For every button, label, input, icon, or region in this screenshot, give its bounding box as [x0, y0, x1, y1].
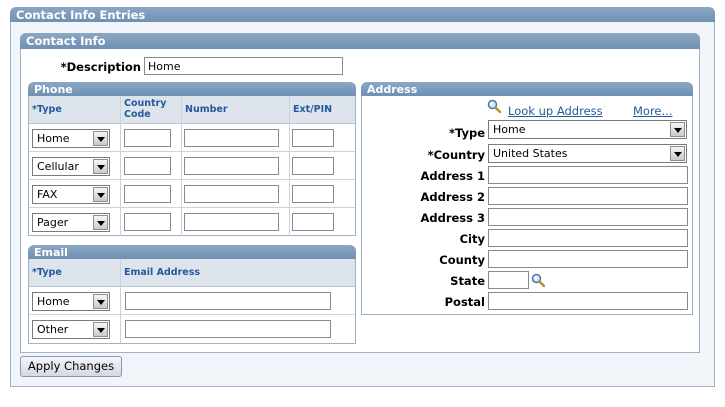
phone-table-header: *Type Country Code Number Ext/PIN — [29, 96, 355, 124]
county-input[interactable] — [488, 250, 688, 268]
phone-number-input[interactable] — [184, 157, 279, 175]
address-type-select[interactable]: Home — [488, 120, 687, 139]
email-panel: Email *Type Email Address Home Other — [28, 245, 356, 344]
city-label: City — [459, 232, 485, 246]
chevron-down-icon — [93, 294, 108, 309]
chevron-down-icon — [93, 159, 108, 174]
phone-panel: Phone *Type Country Code Number Ext/PIN … — [28, 82, 356, 236]
email-address-header: Email Address — [124, 267, 201, 278]
phone-country-code-input[interactable] — [124, 157, 171, 175]
phone-number-input[interactable] — [184, 213, 279, 231]
phone-country-code-input[interactable] — [124, 185, 171, 203]
table-row: Home — [29, 287, 355, 315]
section-header: Contact Info Entries — [10, 7, 715, 22]
email-type-select[interactable]: Home — [32, 292, 110, 311]
email-type-header: *Type — [29, 259, 121, 287]
chevron-down-icon — [670, 146, 685, 161]
county-label: County — [439, 253, 485, 267]
email-address-input[interactable] — [125, 292, 331, 310]
magnifier-icon[interactable] — [531, 273, 545, 287]
address3-input[interactable] — [488, 208, 688, 226]
chevron-down-icon — [670, 122, 685, 137]
phone-ext-input[interactable] — [292, 213, 334, 231]
more-link[interactable]: More... — [633, 104, 672, 118]
phone-type-select[interactable]: Home — [32, 129, 110, 148]
description-input[interactable] — [144, 57, 343, 75]
email-table-header: *Type Email Address — [29, 259, 355, 287]
email-type-value: Home — [37, 295, 70, 308]
magnifier-icon[interactable] — [487, 99, 501, 113]
phone-type-value: Home — [37, 132, 70, 145]
city-input[interactable] — [488, 229, 688, 247]
look-up-address-link[interactable]: Look up Address — [508, 104, 603, 118]
phone-ext-input[interactable] — [292, 157, 334, 175]
table-row: Home — [29, 124, 355, 152]
phone-type-select[interactable]: Cellular — [32, 157, 110, 176]
phone-title: Phone — [34, 83, 73, 96]
phone-type-value: FAX — [37, 188, 58, 201]
phone-number-input[interactable] — [184, 129, 279, 147]
address-header: Address — [361, 82, 693, 96]
email-title: Email — [34, 246, 68, 259]
address3-label: Address 3 — [420, 211, 485, 225]
email-address-input[interactable] — [125, 320, 331, 338]
contact-info-header: Contact Info — [20, 33, 700, 49]
postal-input[interactable] — [488, 292, 688, 310]
address2-label: Address 2 — [420, 190, 485, 204]
address2-input[interactable] — [488, 187, 688, 205]
address1-input[interactable] — [488, 166, 688, 184]
address-type-label: *Type — [448, 126, 485, 140]
phone-country-code-header: Country Code — [121, 96, 182, 124]
phone-header: Phone — [28, 82, 356, 96]
state-input[interactable] — [488, 271, 529, 289]
chevron-down-icon — [93, 322, 108, 337]
description-label: *Description — [60, 60, 141, 74]
address1-label: Address 1 — [420, 169, 485, 183]
country-label: *Country — [427, 148, 485, 162]
phone-country-code-input[interactable] — [124, 213, 171, 231]
phone-country-code-input[interactable] — [124, 129, 171, 147]
country-select[interactable]: United States — [488, 144, 687, 163]
phone-ext-header: Ext/PIN — [293, 104, 333, 115]
phone-type-value: Cellular — [37, 160, 79, 173]
chevron-down-icon — [93, 131, 108, 146]
phone-ext-input[interactable] — [292, 129, 334, 147]
phone-number-header: Number — [182, 96, 290, 124]
state-label: State — [450, 274, 485, 288]
phone-ext-input[interactable] — [292, 185, 334, 203]
email-type-value: Other — [37, 323, 69, 336]
address-title: Address — [367, 83, 418, 96]
table-row: Pager — [29, 208, 355, 236]
table-row: Other — [29, 315, 355, 343]
table-row: Cellular — [29, 152, 355, 180]
phone-type-value: Pager — [37, 216, 69, 229]
country-value: United States — [493, 147, 568, 160]
phone-type-select[interactable]: FAX — [32, 185, 110, 204]
phone-type-select[interactable]: Pager — [32, 213, 110, 232]
address-type-value: Home — [493, 123, 526, 136]
phone-table: *Type Country Code Number Ext/PIN Home C… — [28, 96, 356, 236]
phone-type-header: *Type — [29, 96, 121, 124]
chevron-down-icon — [93, 187, 108, 202]
section-title: Contact Info Entries — [16, 8, 146, 22]
postal-label: Postal — [444, 295, 485, 309]
chevron-down-icon — [93, 215, 108, 230]
email-table: *Type Email Address Home Other — [28, 259, 356, 344]
phone-number-input[interactable] — [184, 185, 279, 203]
contact-info-title: Contact Info — [26, 34, 106, 48]
email-header: Email — [28, 245, 356, 259]
email-type-select[interactable]: Other — [32, 320, 110, 339]
apply-changes-button[interactable]: Apply Changes — [20, 356, 122, 377]
table-row: FAX — [29, 180, 355, 208]
